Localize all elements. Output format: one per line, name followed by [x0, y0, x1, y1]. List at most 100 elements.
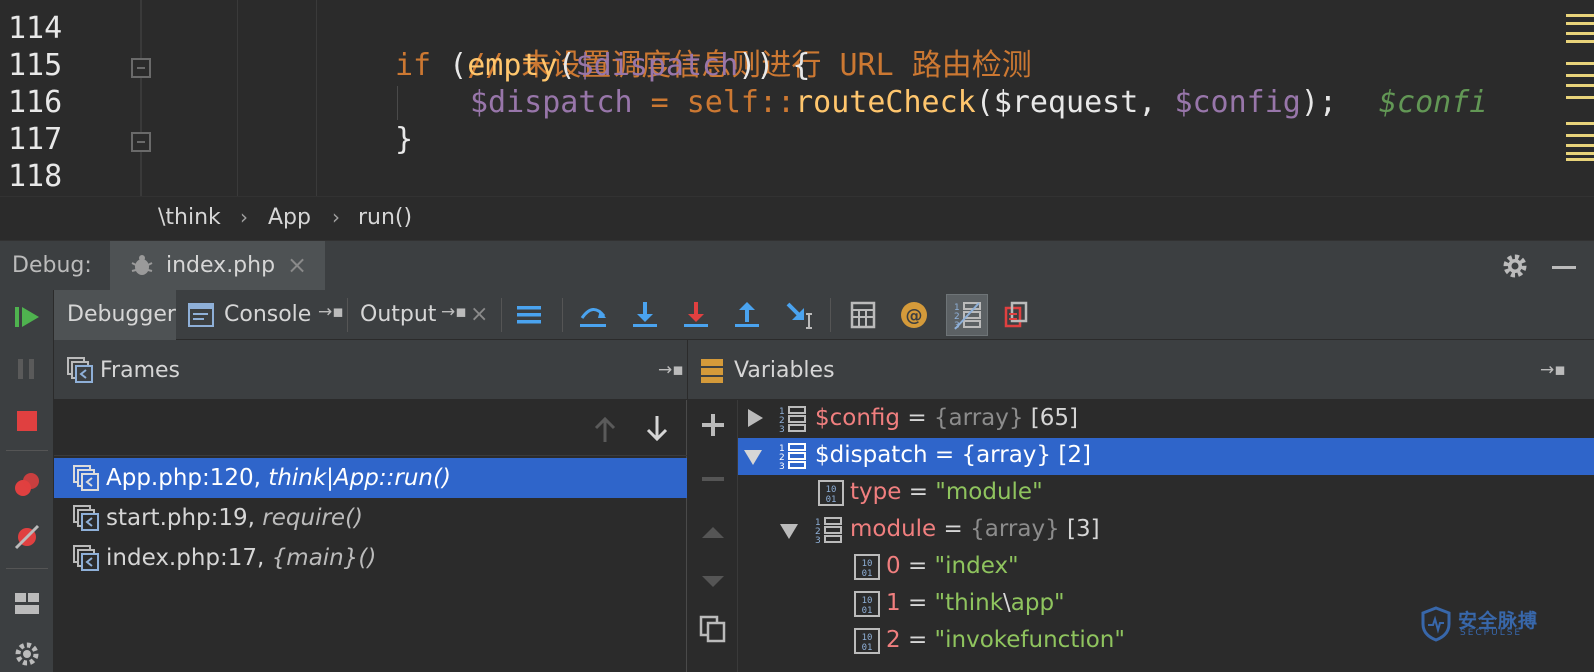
pause-icon[interactable]: [12, 354, 42, 384]
tab-output[interactable]: Output →▪ ×: [348, 290, 500, 340]
array-icon: 1 2 3: [779, 443, 806, 471]
resume-icon[interactable]: [12, 302, 42, 332]
tab-debugger[interactable]: Debugger: [54, 290, 176, 340]
view-breakpoints-icon[interactable]: [12, 470, 42, 500]
code-token: ,: [1138, 85, 1175, 120]
code-editor[interactable]: 114 115 116 117 118 // 未设置调度信息则进行 URL 路由…: [0, 0, 1594, 196]
line-number-117: 117: [8, 122, 63, 157]
console-icon: [188, 303, 214, 327]
debug-toolwindow-header: Debug: index.php ×: [0, 240, 1594, 291]
variable-row[interactable]: 10 01 0 = "index": [738, 549, 1594, 586]
expand-arrow-icon[interactable]: [748, 409, 763, 427]
primitive-value-icon: 10 01: [854, 628, 880, 654]
primitive-value-icon: 10 01: [854, 554, 880, 580]
variable-label: 2 = "invokefunction": [886, 627, 1125, 653]
variable-equals: =: [901, 479, 936, 505]
collapse-arrow-icon[interactable]: [780, 524, 798, 539]
variable-dispatch: $dispatch: [575, 48, 739, 83]
svg-text:10: 10: [862, 633, 873, 643]
variable-row[interactable]: 1 2 3 $config = {array} [65]: [738, 401, 1594, 438]
svg-text:10: 10: [862, 559, 873, 569]
fold-end-icon[interactable]: [131, 132, 151, 152]
primitive-value-icon: 10 01: [818, 480, 844, 506]
variable-name: 0: [886, 553, 901, 579]
primitive-value-icon: 10 01: [854, 591, 880, 617]
variable-row[interactable]: 10 01 type = "module": [738, 475, 1594, 512]
variable-value: "think\app": [935, 590, 1065, 616]
show-execution-point-icon[interactable]: [512, 298, 546, 332]
svg-text:3: 3: [779, 462, 785, 471]
function-empty: empty: [467, 48, 558, 83]
variables-side-toolbar: [688, 400, 738, 672]
move-down-icon[interactable]: [698, 566, 728, 596]
frame-item[interactable]: index.php:17, {main}(): [54, 538, 687, 578]
mute-breakpoints-icon[interactable]: [12, 522, 42, 552]
add-icon[interactable]: [698, 410, 728, 440]
frame-label: index.php:17, {main}(): [106, 545, 376, 571]
frame-item[interactable]: start.php:19, require(): [54, 498, 687, 538]
frame-function: think|App::run(): [268, 465, 451, 491]
debug-side-toolbar: [0, 290, 54, 672]
variable-request: $request: [993, 85, 1139, 120]
svg-text:01: 01: [862, 569, 873, 579]
code-line-117: }: [395, 121, 413, 158]
fold-collapse-icon[interactable]: [131, 58, 151, 78]
line-number-115: 115: [8, 48, 63, 83]
list-icon: 1 2 3: [954, 302, 981, 331]
frame-item[interactable]: App.php:120, think|App::run(): [54, 458, 687, 498]
evaluate-expression-icon[interactable]: [846, 298, 880, 332]
step-out-icon[interactable]: [730, 298, 764, 332]
line-number-116: 116: [8, 85, 63, 120]
collapse-arrow-icon[interactable]: [744, 450, 762, 465]
force-step-into-icon[interactable]: [679, 298, 713, 332]
pin-icon[interactable]: →▪: [658, 360, 684, 380]
shield-icon: [1421, 606, 1451, 642]
layout-icon[interactable]: [12, 588, 42, 618]
svg-text:01: 01: [862, 606, 873, 616]
variable-row[interactable]: 1 2 3 $dispatch = {array} [2]: [738, 438, 1594, 475]
pin-icon[interactable]: →▪: [318, 302, 344, 322]
variable-name: module: [850, 516, 937, 542]
close-icon[interactable]: ×: [470, 302, 488, 327]
value-part: app": [1010, 590, 1065, 616]
frame-location: index.php:17,: [106, 545, 272, 571]
pin-icon[interactable]: →▪: [441, 302, 467, 322]
keyword-if: if: [395, 48, 432, 83]
gutter-divider: [316, 0, 317, 196]
variable-name: type: [850, 479, 902, 505]
breadcrumb-class[interactable]: App: [268, 205, 311, 230]
previous-frame-icon[interactable]: [592, 414, 618, 444]
step-into-icon[interactable]: [628, 298, 662, 332]
svg-text:01: 01: [862, 643, 873, 653]
scrollbar-markers[interactable]: [1566, 0, 1594, 196]
tab-console[interactable]: Console →▪: [176, 290, 348, 340]
move-up-icon[interactable]: [698, 518, 728, 548]
debugger-toolbar: Debugger Console →▪ Output →▪ × @ 1 2: [54, 290, 1594, 340]
indent-guide: [397, 86, 398, 120]
breadcrumb-namespace[interactable]: \think: [158, 205, 221, 230]
tab-debugger-label: Debugger: [67, 302, 176, 327]
keyword-self: self::: [686, 85, 796, 120]
frame-location: App.php:120,: [106, 465, 269, 491]
remove-icon[interactable]: [698, 464, 728, 494]
next-frame-icon[interactable]: [644, 414, 670, 444]
step-over-icon[interactable]: [576, 298, 610, 332]
run-to-cursor-icon[interactable]: [782, 298, 816, 332]
code-line-115: if (empty($dispatch)) {: [395, 47, 810, 84]
show-values-toggle[interactable]: 1 2 3: [946, 294, 988, 336]
frame-icon: [73, 465, 99, 491]
close-icon[interactable]: ×: [287, 251, 307, 279]
frame-label: start.php:19, require(): [106, 505, 363, 531]
pin-icon[interactable]: →▪: [1540, 360, 1566, 380]
add-watch-icon[interactable]: @: [897, 298, 931, 332]
duplicate-icon[interactable]: [698, 614, 728, 644]
minimize-icon[interactable]: [1552, 266, 1576, 269]
debug-session-tab[interactable]: index.php ×: [110, 241, 325, 291]
settings-icon[interactable]: [12, 636, 42, 666]
stop-icon[interactable]: [12, 406, 42, 436]
gear-icon[interactable]: [1500, 251, 1530, 281]
watermark-logo: 安全脉搏 SECPULSE: [1420, 604, 1580, 644]
variable-row[interactable]: 1 2 3 module = {array} [3]: [738, 512, 1594, 549]
restore-layout-icon[interactable]: [1000, 298, 1034, 332]
breadcrumb-method[interactable]: run(): [358, 205, 412, 230]
